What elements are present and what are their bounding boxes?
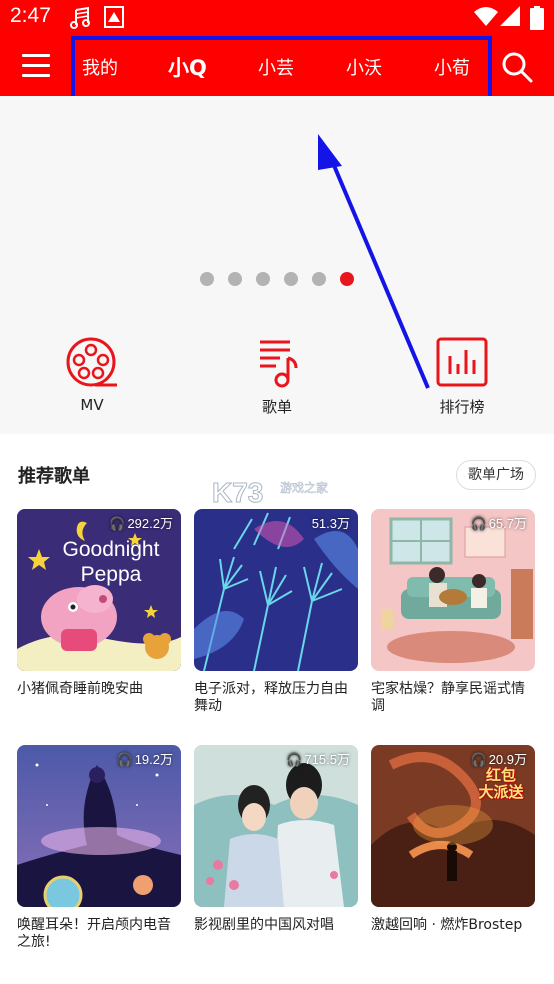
tab-xiao-q[interactable]: 小Q (168, 52, 207, 82)
headphones-icon: 🎧 (470, 516, 487, 531)
top-nav-bar: 我的 小Q 小芸 小沃 小荀 (0, 36, 554, 96)
music-note-icon (70, 6, 92, 34)
battery-icon (530, 6, 544, 34)
play-count: 🎧 715.5万 (286, 752, 350, 767)
playlist-title: 电子派对，释放压力自由舞动 (194, 681, 348, 714)
playlist-label: 歌单 (261, 398, 292, 416)
carousel-dot (256, 272, 270, 286)
carousel-dot (228, 272, 242, 286)
image-icon (104, 6, 124, 32)
playlist-cover: 🎧 19.2万 (17, 745, 181, 907)
playlist-cover: 51.3万 (194, 509, 358, 671)
cover-title-text: Goodnight Peppa (62, 538, 160, 586)
headphones-icon: 🎧 (116, 752, 133, 767)
playlist-entry[interactable]: 歌单 (227, 336, 327, 417)
playlist-cover: Goodnight Peppa 🎧 292.2万 (17, 509, 181, 671)
carousel-dot (312, 272, 326, 286)
play-count: 🎧 65.7万 (470, 516, 528, 531)
channel-tabs: 我的 小Q 小芸 小沃 小荀 (70, 36, 492, 96)
film-reel-icon (66, 337, 117, 387)
playlist-card[interactable]: 🎧 65.7万 宅家枯燥？静享民谣式情调 (371, 509, 535, 715)
chart-label: 排行榜 (439, 398, 485, 416)
signal-icon (500, 6, 520, 32)
wifi-icon (474, 6, 498, 32)
tab-xiao-xun[interactable]: 小荀 (434, 54, 470, 80)
tab-xiao-wo[interactable]: 小沃 (346, 54, 382, 80)
headphones-icon: 🎧 (109, 516, 126, 531)
headphones-icon: 🎧 (470, 752, 487, 767)
banner-carousel[interactable] (0, 96, 554, 306)
play-count: 51.3万 (311, 516, 350, 531)
carousel-dot-active (340, 272, 354, 286)
play-count: 🎧 292.2万 (109, 516, 173, 531)
red-packet-badge: 红包 大派送 (478, 766, 524, 801)
mv-label: MV (80, 396, 104, 414)
mv-entry[interactable]: MV (42, 336, 142, 414)
playlist-card[interactable]: Goodnight Peppa 🎧 292.2万 小猪佩奇睡前晚安曲 (17, 509, 181, 698)
playlist-cover: 🎧 65.7万 (371, 509, 535, 671)
play-count: 🎧 20.9万 (470, 752, 528, 767)
playlist-card[interactable]: 51.3万 电子派对，释放压力自由舞动 (194, 509, 358, 715)
playlist-plaza-button[interactable]: 歌单广场 (456, 460, 536, 490)
carousel-dot (284, 272, 298, 286)
chart-entry[interactable]: 排行榜 (412, 336, 512, 417)
playlist-icon (260, 340, 298, 388)
chart-icon (436, 337, 488, 387)
playlist-title: 小猪佩奇睡前晚安曲 (17, 681, 143, 697)
playlist-cover: 🎧 715.5万 (194, 745, 358, 907)
menu-icon[interactable] (22, 52, 50, 80)
tab-mine[interactable]: 我的 (82, 54, 118, 80)
playlist-title: 唤醒耳朵！开启颅内电音之旅! (17, 917, 171, 950)
playlist-card[interactable]: 红包 大派送 🎧 20.9万 激越回响 · 燃炸Brostep (371, 745, 535, 934)
status-time: 2:47 (10, 4, 51, 27)
playlist-card[interactable]: 🎧 715.5万 影视剧里的中国风对唱 (194, 745, 358, 934)
playlist-title: 宅家枯燥？静享民谣式情调 (371, 681, 525, 714)
playlist-title: 激越回响 · 燃炸Brostep (371, 917, 523, 933)
headphones-icon: 🎧 (286, 752, 303, 767)
section-title: 推荐歌单 (18, 466, 90, 487)
search-icon[interactable] (500, 50, 534, 84)
status-bar: 2:47 (0, 0, 554, 36)
carousel-dot (200, 272, 214, 286)
tab-xiao-yun[interactable]: 小芸 (258, 54, 294, 80)
play-count: 🎧 19.2万 (116, 752, 174, 767)
playlist-card[interactable]: 🎧 19.2万 唤醒耳朵！开启颅内电音之旅! (17, 745, 181, 951)
playlist-cover: 红包 大派送 🎧 20.9万 (371, 745, 535, 907)
playlist-title: 影视剧里的中国风对唱 (194, 917, 334, 933)
